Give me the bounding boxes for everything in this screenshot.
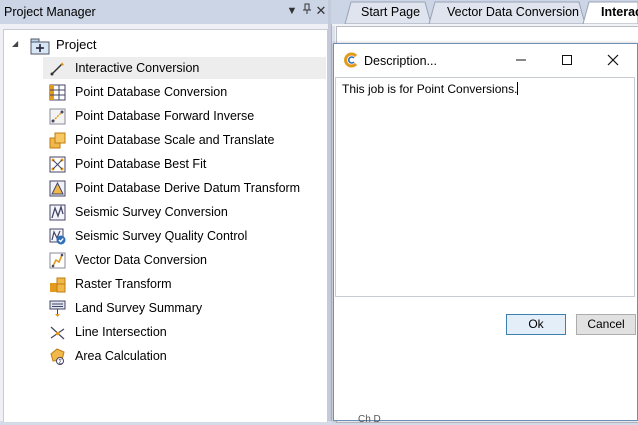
- ok-button[interactable]: Ok: [506, 314, 566, 335]
- project-root-label[interactable]: Project: [56, 37, 96, 52]
- tree-item-label: Land Survey Summary: [75, 301, 203, 315]
- tree-item-label: Vector Data Conversion: [75, 253, 208, 267]
- tab-vector-data-conversion[interactable]: Vector Data Conversion: [433, 2, 583, 24]
- tree-item-label: Area Calculation: [75, 349, 167, 363]
- panel-title: Project Manager: [4, 5, 96, 19]
- close-icon[interactable]: ✕: [314, 3, 328, 19]
- area-calculation-icon: Σ: [49, 348, 66, 365]
- tree-item-label: Point Database Conversion: [75, 85, 228, 99]
- tree-item-area-calculation[interactable]: Σ Area Calculation: [43, 345, 326, 367]
- cancel-button[interactable]: Cancel: [576, 314, 636, 335]
- raster-transform-icon: [49, 276, 66, 293]
- minimize-icon[interactable]: [506, 50, 536, 72]
- tab-interactive-conversion[interactable]: Interac: [587, 2, 638, 24]
- maximize-icon[interactable]: [552, 50, 582, 72]
- tree-item-label: Point Database Best Fit: [75, 157, 207, 171]
- underlying-text-fragment: Ch D: [358, 414, 381, 425]
- description-textarea[interactable]: This job is for Point Conversions.: [335, 77, 635, 297]
- tree-item-seismic-survey-conversion[interactable]: Seismic Survey Conversion: [43, 201, 326, 223]
- interactive-conversion-icon: [49, 60, 66, 77]
- tree-item-point-database-derive-datum[interactable]: Point Database Derive Datum Transform: [43, 177, 326, 199]
- line-intersection-icon: [49, 324, 66, 341]
- seismic-conversion-icon: [49, 204, 66, 221]
- tree-item-interactive-conversion[interactable]: Interactive Conversion: [43, 57, 326, 79]
- best-fit-icon: [49, 156, 66, 173]
- tree-item-label: Point Database Forward Inverse: [75, 109, 255, 123]
- project-manager-panel: Project Manager ▼ ✕ ◢ Project Interactiv…: [0, 0, 330, 422]
- expander-icon[interactable]: ◢: [12, 39, 18, 48]
- point-database-conversion-icon: [49, 84, 66, 101]
- pin-icon[interactable]: [300, 3, 314, 19]
- tree-item-point-database-conversion[interactable]: Point Database Conversion: [43, 81, 326, 103]
- tree-item-point-database-best-fit[interactable]: Point Database Best Fit: [43, 153, 326, 175]
- tree-item-label: Interactive Conversion: [75, 61, 200, 75]
- tree-item-label: Raster Transform: [75, 277, 172, 291]
- description-text: This job is for Point Conversions.: [342, 82, 518, 96]
- scale-translate-icon: [49, 132, 66, 149]
- svg-text:Σ: Σ: [58, 358, 62, 365]
- document-tab-strip: Start Page Vector Data Conversion Intera…: [331, 0, 638, 24]
- vector-conversion-icon: [49, 252, 66, 269]
- tree-item-raster-transform[interactable]: Raster Transform: [43, 273, 326, 295]
- text-caret: [517, 82, 519, 95]
- app-logo-icon: [343, 52, 359, 68]
- forward-inverse-icon: [49, 108, 66, 125]
- land-survey-icon: [49, 300, 66, 317]
- dialog-titlebar[interactable]: Description...: [334, 44, 637, 77]
- tree-item-seismic-survey-qc[interactable]: Seismic Survey Quality Control: [43, 225, 326, 247]
- tree-item-label: Seismic Survey Conversion: [75, 205, 228, 219]
- tab-start-page[interactable]: Start Page: [347, 2, 431, 24]
- tree-item-label: Seismic Survey Quality Control: [75, 229, 248, 243]
- close-icon[interactable]: [598, 50, 628, 72]
- project-icon: [30, 37, 50, 55]
- panel-menu-icon[interactable]: ▼: [285, 3, 299, 19]
- description-dialog: Description... This job is for Point Con…: [333, 43, 638, 425]
- seismic-qc-icon: [49, 228, 66, 245]
- tree-item-vector-data-conversion[interactable]: Vector Data Conversion: [43, 249, 326, 271]
- tree-item-line-intersection[interactable]: Line Intersection: [43, 321, 326, 343]
- tree-item-label: Line Intersection: [75, 325, 167, 339]
- tree-item-point-database-forward-inverse[interactable]: Point Database Forward Inverse: [43, 105, 326, 127]
- tree-item-label: Point Database Derive Datum Transform: [75, 181, 301, 195]
- panel-header: Project Manager ▼ ✕: [0, 0, 330, 24]
- dialog-title: Description...: [364, 54, 437, 68]
- derive-datum-icon: [49, 180, 66, 197]
- tree-item-point-database-scale-translate[interactable]: Point Database Scale and Translate: [43, 129, 326, 151]
- tree-item-label: Point Database Scale and Translate: [75, 133, 275, 147]
- tree-item-land-survey-summary[interactable]: Land Survey Summary: [43, 297, 326, 319]
